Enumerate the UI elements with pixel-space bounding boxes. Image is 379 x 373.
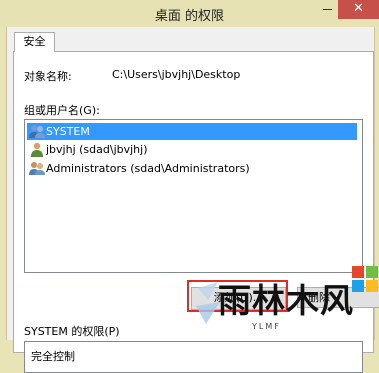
permissions-list[interactable]: 完全控制 [24,341,363,373]
permissions-dialog: 安全 对象名称: C:\Users\jbvjhj\Desktop 组或用户名(G… [6,27,379,373]
group-users-icon [29,162,45,175]
add-button[interactable]: 添加(D)... [191,287,286,310]
list-item-system[interactable]: SYSTEM [27,123,357,140]
user-icon [31,142,43,157]
list-item-user[interactable]: jbvjhj (sdad\jbvjhj) [27,141,357,158]
group-users-icon [29,125,45,138]
object-name-value: C:\Users\jbvjhj\Desktop [112,68,241,81]
close-button[interactable]: ✕ [338,0,379,19]
list-item-label: SYSTEM [46,125,90,138]
permissions-label: SYSTEM 的权限(P) [24,325,120,338]
permission-row: 完全控制 [31,350,75,363]
minimize-button[interactable] [318,2,336,16]
list-item-administrators[interactable]: Administrators (sdad\Administrators) [27,160,357,177]
list-item-label: jbvjhj (sdad\jbvjhj) [46,143,148,156]
minimize-icon [323,9,332,10]
object-name-label: 对象名称: [24,70,72,83]
group-user-list[interactable]: SYSTEM jbvjhj (sdad\jbvjhj) Administrato… [24,119,363,273]
remove-button[interactable]: 删除 [297,287,379,308]
security-panel: 对象名称: C:\Users\jbvjhj\Desktop 组或用户名(G): … [13,51,379,373]
tab-security[interactable]: 安全 [14,32,55,52]
group-or-user-label: 组或用户名(G): [24,104,100,117]
title-bar: 桌面 的权限 ✕ [0,0,379,27]
list-item-label: Administrators (sdad\Administrators) [46,162,250,175]
